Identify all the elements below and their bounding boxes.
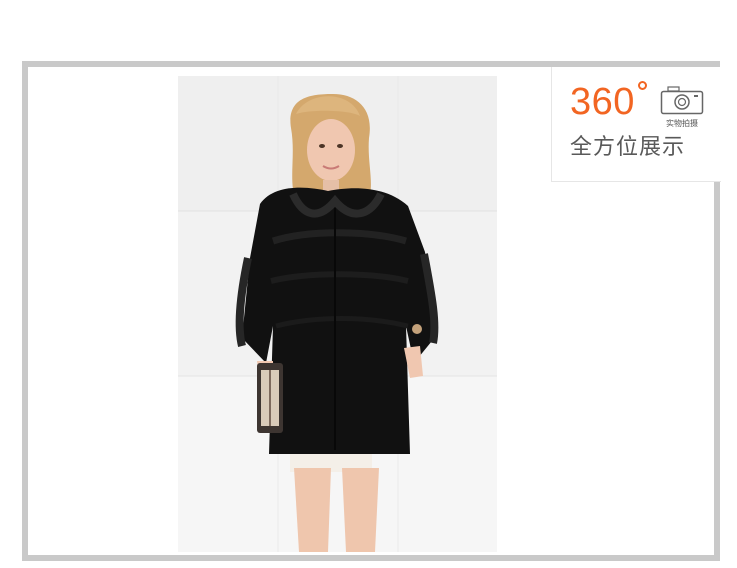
camera-icon <box>660 86 704 115</box>
camera-caption: 实物拍摄 <box>666 119 698 128</box>
badge-number: 360 <box>570 81 635 123</box>
model-illustration <box>178 76 497 552</box>
degree-icon <box>638 81 647 90</box>
360-view-badge: 360 实物拍摄 全方位展示 <box>551 67 721 182</box>
badge-caption: 全方位展示 <box>570 135 686 160</box>
product-photo <box>178 76 497 552</box>
